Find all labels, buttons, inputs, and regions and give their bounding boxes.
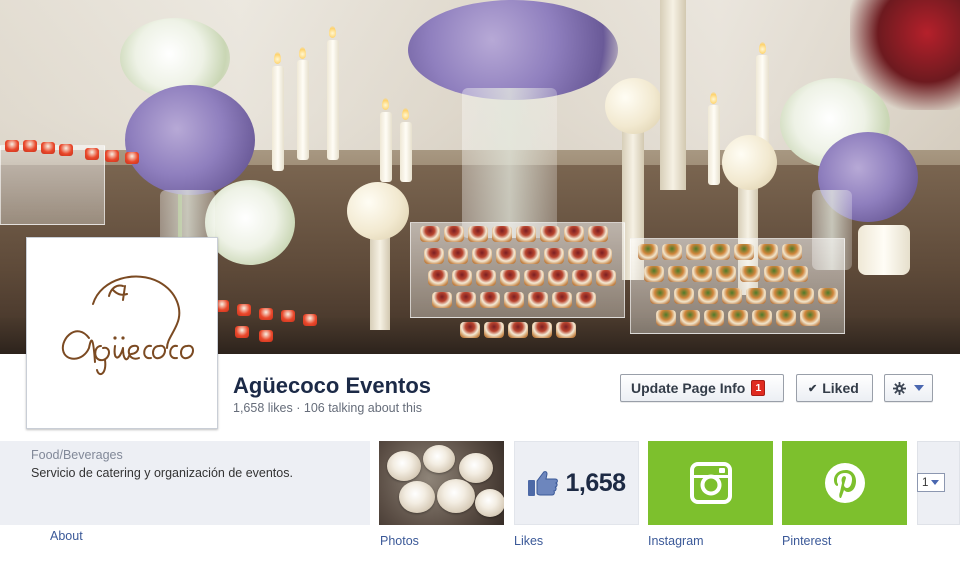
profile-picture[interactable] [26,237,218,429]
pinterest-label[interactable]: Pinterest [782,534,831,548]
logo-letter-u [113,345,130,361]
candle [297,60,309,160]
chevron-down-icon [931,480,940,485]
settings-dropdown-button[interactable] [884,374,933,402]
logo-umlaut-dot [121,336,125,340]
ball-candle [722,135,777,190]
thumbs-up-icon [528,471,559,496]
hydrangea [125,85,255,195]
candle-flame [759,42,766,54]
logo-letter-o2 [180,344,194,360]
candle [327,40,339,160]
candle-holder [660,0,686,190]
pinterest-icon [824,463,865,503]
logo-letter-c2 [169,344,178,360]
candle [708,105,720,185]
liked-button[interactable]: ✔ Liked [796,374,873,402]
logo-umlaut-dot [113,336,117,340]
candle [400,122,412,182]
ball-candle [347,182,409,240]
meringue-photo-detail [387,451,421,481]
ball-candle [605,78,663,134]
liked-label: Liked [822,380,859,396]
update-page-info-label: Update Page Info [631,380,746,396]
logo-letter-o [152,344,166,360]
likes-label[interactable]: Likes [514,534,543,548]
page-title[interactable]: Agüecoco Eventos [233,373,431,399]
notification-badge: 1 [751,380,766,396]
meringue-photo-detail [423,445,455,473]
logo-swash [92,275,181,349]
candle [272,66,284,171]
candle-holder [370,230,390,330]
candle-flame [402,108,409,120]
checkmark-icon: ✔ [808,382,818,395]
likes-count: 1,658 [565,468,626,497]
photos-tile[interactable] [379,441,504,525]
about-link[interactable]: About [50,529,83,543]
candle-flame [274,52,281,64]
page-description: Servicio de catering y organización de e… [31,466,293,480]
candle [756,55,769,145]
chevron-down-icon [914,385,924,391]
meringue-photo-detail [437,479,475,513]
logo-letter-e [127,344,140,360]
logo-letter-g [94,345,110,376]
logo-letter-a [61,330,96,363]
meringue-photo-detail [475,489,504,517]
logo-chick [108,284,128,301]
agüecoco-logo [61,275,194,376]
meringue-photo-detail [459,453,493,483]
instagram-tile[interactable] [648,441,773,525]
candle-flame [710,92,717,104]
white-flowers [205,180,295,265]
instagram-icon [689,462,732,504]
more-apps-select[interactable]: 1 [917,473,945,492]
candle-flame [329,26,336,38]
pinterest-tile[interactable] [782,441,907,525]
candle-flame [382,98,389,110]
gear-icon [893,381,906,395]
instagram-label[interactable]: Instagram [648,534,704,548]
page-stats: 1,658 likes · 106 talking about this [233,401,423,415]
photos-label[interactable]: Photos [380,534,419,548]
pillar-candle [858,225,910,275]
candle [380,112,392,182]
likes-tile[interactable]: 1,658 [514,441,639,525]
hydrangea [408,0,618,100]
candle-flame [299,47,306,59]
update-page-info-button[interactable]: Update Page Info 1 [620,374,784,402]
logo-letter-c [143,344,152,360]
glass-vase [462,88,557,238]
more-apps-count: 1 [922,476,929,489]
meringue-photo-detail [399,481,435,513]
page-category[interactable]: Food/Beverages [31,448,123,462]
